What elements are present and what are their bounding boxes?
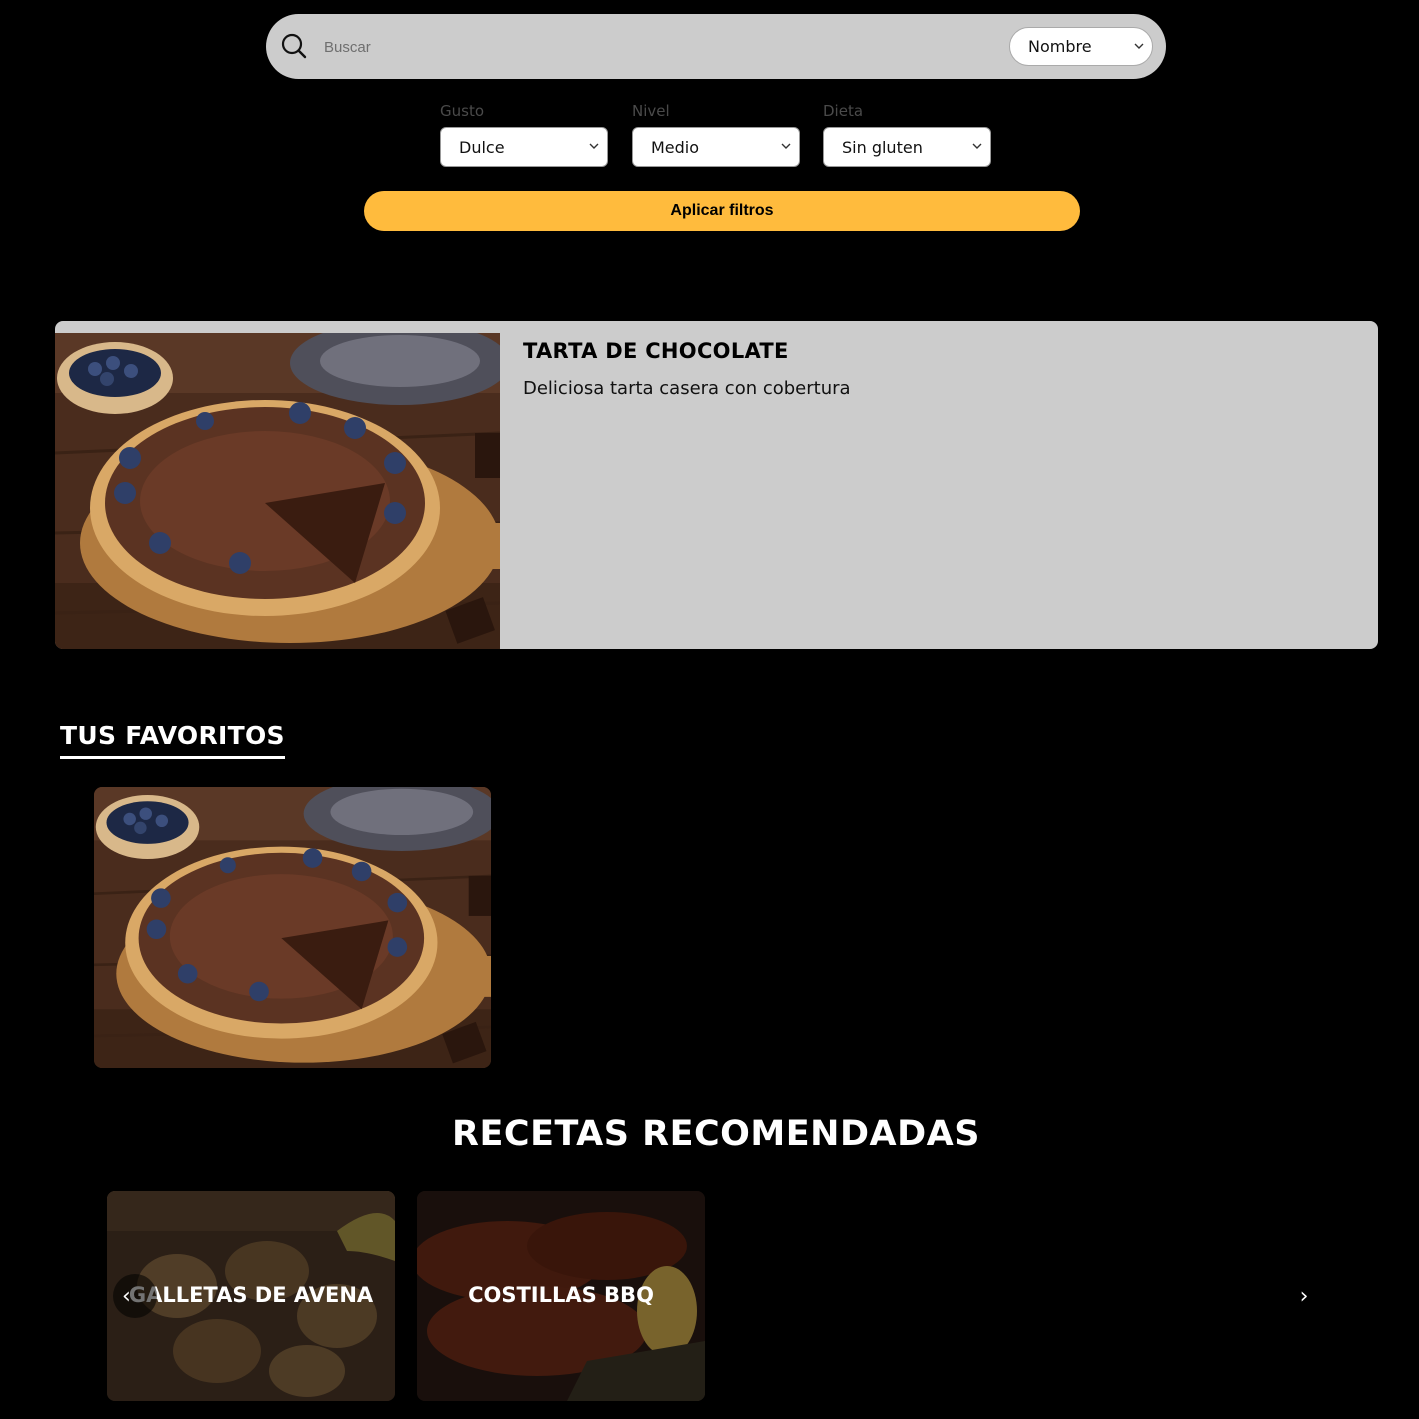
carousel-prev-button[interactable]: ‹ (113, 1274, 157, 1318)
recommended-card-costillas[interactable]: COSTILLAS BBQ (417, 1191, 705, 1401)
filter-value: Medio (651, 137, 700, 157)
featured-recipe-card[interactable]: TARTA DE CHOCOLATE Deliciosa tarta caser… (55, 321, 1378, 649)
filter-gusto: Gusto Dulce (440, 101, 608, 167)
featured-recipe-image (55, 333, 500, 649)
sort-select-value: Nombre (1028, 37, 1092, 56)
chevron-down-icon (972, 143, 982, 149)
filter-dieta-select[interactable]: Sin gluten (823, 127, 991, 167)
filter-value: Dulce (459, 137, 505, 157)
favorite-recipe-image (94, 787, 491, 1068)
recommended-heading: RECETAS RECOMENDADAS (452, 1114, 980, 1154)
search-bar: Nombre (266, 14, 1166, 79)
search-input[interactable] (322, 32, 946, 62)
filter-dieta: Dieta Sin gluten (823, 101, 991, 167)
sort-select[interactable]: Nombre (1009, 27, 1153, 66)
filter-value: Sin gluten (842, 137, 923, 157)
filter-nivel-select[interactable]: Medio (632, 127, 800, 167)
featured-recipe-description: Deliciosa tarta casera con cobertura (523, 378, 851, 399)
filter-label: Dieta (823, 102, 864, 120)
favorites-heading: TUS FAVORITOS (60, 721, 285, 759)
recommended-card-title: COSTILLAS BBQ (468, 1283, 654, 1307)
apply-filters-button[interactable]: Aplicar filtros (364, 191, 1080, 231)
chevron-down-icon (589, 143, 599, 149)
filter-label: Gusto (440, 102, 485, 120)
featured-recipe-title: TARTA DE CHOCOLATE (523, 339, 789, 363)
chevron-down-icon (781, 143, 791, 149)
carousel-next-button[interactable]: › (1290, 1282, 1318, 1310)
favorite-recipe-card[interactable] (94, 787, 491, 1068)
filter-gusto-select[interactable]: Dulce (440, 127, 608, 167)
filter-nivel: Nivel Medio (632, 101, 800, 167)
chevron-down-icon (1134, 43, 1144, 49)
filter-label: Nivel (632, 102, 670, 120)
